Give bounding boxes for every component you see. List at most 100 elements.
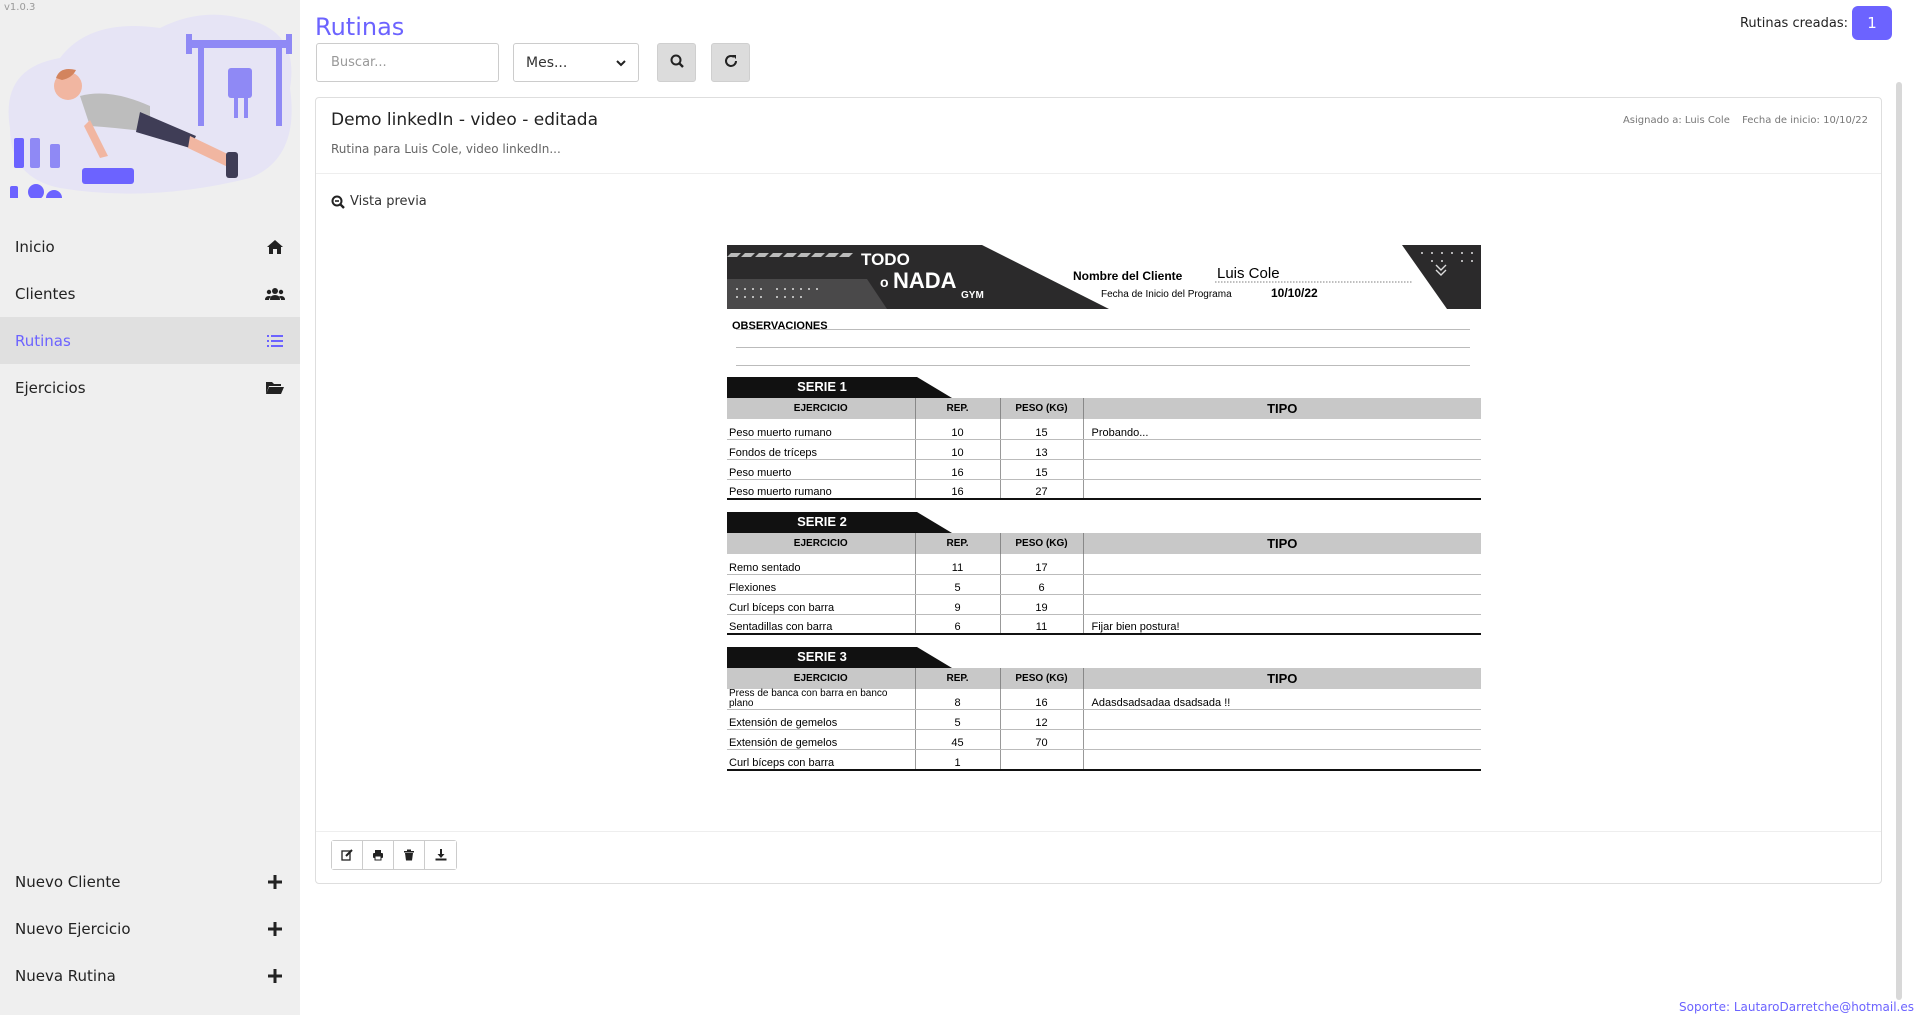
- table-row: Remo sentado 11 17: [727, 554, 1481, 575]
- cell-type: Fijar bien postura!: [1082, 614, 1481, 635]
- new-routine-label: Nueva Rutina: [15, 966, 116, 985]
- cell-exercise: Sentadillas con barra: [727, 614, 915, 635]
- cell-reps: 11: [914, 554, 1000, 575]
- search-button[interactable]: [657, 43, 696, 82]
- observations-line: [736, 329, 1470, 330]
- routine-meta: Asignado a: Luis Cole Fecha de inicio: 1…: [1623, 115, 1868, 126]
- cell-weight: 13: [999, 439, 1083, 460]
- sidebar-item-rutinas[interactable]: Rutinas: [0, 317, 300, 364]
- assigned-label: Asignado a: Luis Cole: [1622, 115, 1730, 126]
- users-icon: [265, 284, 285, 304]
- cell-type: [1082, 439, 1481, 460]
- routines-counter: Rutinas creadas: 1: [1740, 6, 1892, 40]
- cell-exercise: Extensión de gemelos: [727, 729, 915, 750]
- col-weight: PESO (KG): [999, 398, 1083, 419]
- month-select-value: Mes...: [526, 54, 568, 71]
- cell-weight: 12: [999, 709, 1083, 730]
- sidebar-item-ejercicios[interactable]: Ejercicios: [0, 364, 300, 411]
- month-select[interactable]: Mes...: [513, 43, 639, 82]
- download-button[interactable]: [425, 841, 456, 869]
- col-type: TIPO: [1082, 398, 1481, 419]
- workout-illustration: [8, 14, 292, 198]
- col-weight: PESO (KG): [999, 533, 1083, 554]
- cell-reps: 9: [914, 594, 1000, 615]
- print-button[interactable]: [363, 841, 394, 869]
- download-icon: [435, 849, 446, 861]
- observations-line: [736, 347, 1470, 348]
- table-row: Peso muerto rumano 10 15 Probando...: [727, 419, 1481, 440]
- scrollbar[interactable]: [1896, 82, 1902, 1000]
- col-reps: REP.: [914, 668, 1000, 689]
- routine-description: Rutina para Luis Cole, video linkedIn...: [331, 142, 561, 156]
- cell-reps: 8: [914, 689, 1000, 710]
- cell-exercise: Extensión de gemelos: [727, 709, 915, 730]
- create-nav: Nuevo Cliente Nuevo Ejercicio Nueva Ruti…: [0, 858, 300, 999]
- brand-mid-text: NADA: [893, 268, 957, 293]
- col-exercise: EJERCICIO: [727, 668, 915, 689]
- cell-weight: 16: [999, 689, 1083, 710]
- cell-type: [1082, 459, 1481, 480]
- plus-icon: [265, 872, 285, 892]
- zoom-icon: [331, 195, 345, 209]
- cell-type: [1082, 729, 1481, 750]
- observations-line: [736, 365, 1470, 366]
- observations-label: OBSERVACIONES: [732, 320, 828, 332]
- cell-reps: 10: [914, 419, 1000, 440]
- support-link[interactable]: Soporte: LautaroDarretche@hotmail.es: [1679, 1000, 1914, 1014]
- serie-table: EJERCICIO REP. PESO (KG) TIPO Remo senta…: [727, 533, 1481, 635]
- cell-type: Adasdsadsadaa dsadsada !!: [1082, 689, 1481, 710]
- refresh-button[interactable]: [711, 43, 750, 82]
- serie-title: SERIE 3: [797, 649, 847, 664]
- cell-type: [1082, 479, 1481, 500]
- cell-reps: 45: [914, 729, 1000, 750]
- cell-weight: [999, 749, 1083, 771]
- search-input[interactable]: [316, 43, 499, 82]
- cell-reps: 16: [914, 479, 1000, 500]
- cell-type: Probando...: [1082, 419, 1481, 440]
- cell-exercise: Peso muerto rumano: [727, 479, 915, 500]
- cell-reps: 6: [914, 614, 1000, 635]
- cell-weight: 11: [999, 614, 1083, 635]
- col-reps: REP.: [914, 398, 1000, 419]
- cell-reps: 5: [914, 709, 1000, 730]
- sidebar-item-label: Ejercicios: [15, 378, 86, 397]
- cell-exercise: Curl bíceps con barra: [727, 594, 915, 615]
- new-routine-button[interactable]: Nueva Rutina: [0, 952, 300, 999]
- col-type: TIPO: [1082, 533, 1481, 554]
- plus-icon: [265, 966, 285, 986]
- start-value: 10/10/22: [1271, 286, 1318, 300]
- cell-exercise: Peso muerto rumano: [727, 419, 915, 440]
- new-exercise-label: Nuevo Ejercicio: [15, 919, 131, 938]
- preview-toggle[interactable]: Vista previa: [331, 194, 427, 209]
- routine-title: Demo linkedIn - video - editada: [331, 110, 598, 130]
- cell-weight: 17: [999, 554, 1083, 575]
- table-row: Extensión de gemelos 5 12: [727, 709, 1481, 730]
- serie-table: EJERCICIO REP. PESO (KG) TIPO Press de b…: [727, 668, 1481, 771]
- edit-button[interactable]: [332, 841, 363, 869]
- table-row: Flexiones 5 6: [727, 574, 1481, 595]
- cell-reps: 16: [914, 459, 1000, 480]
- sidebar-item-clientes[interactable]: Clientes: [0, 270, 300, 317]
- trash-icon: [404, 849, 414, 861]
- plus-icon: [265, 919, 285, 939]
- table-row: Curl bíceps con barra 9 19: [727, 594, 1481, 615]
- client-value: Luis Cole: [1217, 265, 1280, 282]
- table-row: Sentadillas con barra 6 11 Fijar bien postu…: [727, 614, 1481, 635]
- col-exercise: EJERCICIO: [727, 533, 915, 554]
- new-client-button[interactable]: Nuevo Cliente: [0, 858, 300, 905]
- chevron-down-icon: [616, 55, 626, 71]
- edit-icon: [341, 849, 353, 861]
- cell-reps: 5: [914, 574, 1000, 595]
- sidebar-item-inicio[interactable]: Inicio: [0, 223, 300, 270]
- table-row: Peso muerto 16 15: [727, 459, 1481, 480]
- start-label: Fecha de Inicio del Programa: [1101, 289, 1232, 300]
- new-exercise-button[interactable]: Nuevo Ejercicio: [0, 905, 300, 952]
- cell-type: [1082, 574, 1481, 595]
- sidebar-item-label: Clientes: [15, 284, 76, 303]
- routine-sheet-preview: TODO o NADA GYM Nombre del Cliente Luis …: [727, 245, 1481, 775]
- refresh-icon: [724, 53, 738, 72]
- cell-weight: 15: [999, 419, 1083, 440]
- cell-type: [1082, 594, 1481, 615]
- delete-button[interactable]: [394, 841, 425, 869]
- brand-gym-text: GYM: [961, 290, 984, 301]
